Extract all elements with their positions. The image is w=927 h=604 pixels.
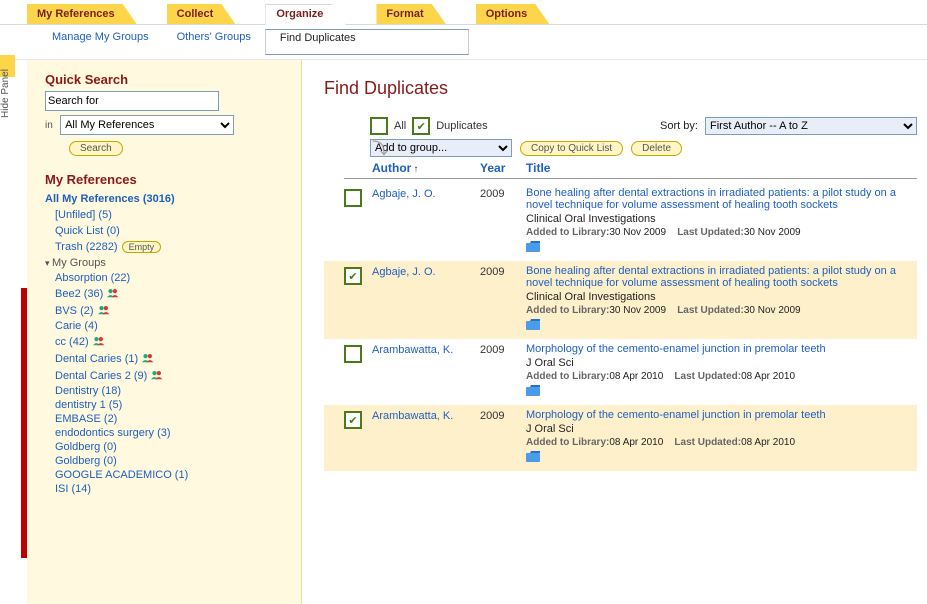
author-link[interactable]: Arambawatta, K.	[372, 409, 480, 465]
empty-trash-button[interactable]: Empty	[122, 241, 162, 253]
group-link[interactable]: Bee2 (36)	[45, 285, 289, 302]
search-input[interactable]	[45, 91, 219, 111]
left-red-accent	[21, 288, 27, 558]
sort-by-year[interactable]: Year	[480, 161, 526, 175]
journal-name: J Oral Sci	[526, 423, 915, 435]
group-link[interactable]: Absorption (22)	[45, 271, 289, 285]
group-link[interactable]: Dental Caries (1)	[45, 350, 289, 367]
result-row: Arambawatta, K.2009Morphology of the cem…	[324, 339, 917, 405]
title-link[interactable]: Morphology of the cemento-enamel junctio…	[526, 343, 915, 355]
group-link[interactable]: dentistry 1 (5)	[45, 398, 289, 412]
group-link[interactable]: Dentistry (18)	[45, 384, 289, 398]
year-cell: 2009	[480, 409, 526, 465]
select-all-label: All	[394, 120, 406, 132]
subnav-others-groups[interactable]: Others' Groups	[163, 29, 265, 55]
title-link[interactable]: Morphology of the cemento-enamel junctio…	[526, 409, 915, 421]
row-checkbox[interactable]	[344, 189, 362, 207]
journal-name: Clinical Oral Investigations	[526, 213, 915, 225]
page-title: Find Duplicates	[324, 78, 917, 99]
shared-icon	[98, 303, 112, 318]
sort-asc-icon: ↑	[413, 164, 418, 175]
add-to-group-select[interactable]: Add to group...	[370, 139, 512, 157]
delete-button[interactable]: Delete	[631, 141, 682, 156]
sort-select[interactable]: First Author -- A to Z	[705, 117, 917, 135]
row-checkbox[interactable]: ✔	[344, 411, 362, 429]
results-header: Author↑ Year Title	[344, 161, 917, 179]
sort-by-author[interactable]: Author↑	[372, 161, 480, 175]
copy-quicklist-button[interactable]: Copy to Quick List	[520, 141, 623, 156]
row-checkbox[interactable]	[344, 345, 362, 363]
sort-label: Sort by:	[660, 120, 698, 132]
subnav-find-duplicates[interactable]: Find Duplicates	[265, 29, 469, 55]
folder-icon[interactable]	[526, 241, 540, 252]
search-in-label: in	[45, 120, 57, 131]
result-row: ✔ Agbaje, J. O.2009Bone healing after den…	[324, 261, 917, 339]
group-link[interactable]: cc (42)	[45, 333, 289, 350]
year-cell: 2009	[480, 343, 526, 399]
group-link[interactable]: Goldberg (0)	[45, 454, 289, 468]
folder-icon[interactable]	[526, 319, 540, 330]
result-row: Agbaje, J. O.2009Bone healing after dent…	[324, 183, 917, 261]
author-link[interactable]: Agbaje, J. O.	[372, 265, 480, 333]
group-link[interactable]: Goldberg (0)	[45, 440, 289, 454]
author-link[interactable]: Agbaje, J. O.	[372, 187, 480, 255]
row-meta: Added to Library:08 Apr 2010 Last Update…	[526, 437, 915, 448]
group-link[interactable]: Dental Caries 2 (9)	[45, 367, 289, 384]
group-link[interactable]: ISI (14)	[45, 482, 289, 496]
author-link[interactable]: Arambawatta, K.	[372, 343, 480, 399]
tab-format[interactable]: Format	[376, 4, 445, 24]
shared-icon	[142, 351, 156, 366]
tab-my-references[interactable]: My References	[27, 4, 137, 24]
main-tabs: My References Collect Organize Format Op…	[0, 0, 927, 25]
tab-organize[interactable]: Organize	[265, 4, 346, 25]
select-duplicates-checkbox[interactable]: ✔	[412, 117, 430, 135]
row-meta: Added to Library:30 Nov 2009 Last Update…	[526, 227, 915, 238]
folder-icon[interactable]	[526, 451, 540, 462]
main-panel: Find Duplicates All ✔ Duplicates Sort by…	[302, 60, 927, 604]
row-checkbox[interactable]: ✔	[344, 267, 362, 285]
unfiled-link[interactable]: [Unfiled] (5)	[45, 207, 289, 223]
hide-panel-label: Hide Panel	[0, 69, 11, 120]
shared-icon	[151, 368, 165, 383]
trash-link[interactable]: Trash (2282)	[55, 241, 118, 253]
year-cell: 2009	[480, 265, 526, 333]
quick-search-title: Quick Search	[45, 72, 289, 87]
journal-name: Clinical Oral Investigations	[526, 291, 915, 303]
group-link[interactable]: EMBASE (2)	[45, 412, 289, 426]
title-link[interactable]: Bone healing after dental extractions in…	[526, 265, 915, 289]
sidebar: Quick Search in All My References Search…	[27, 60, 302, 604]
folder-icon[interactable]	[526, 385, 540, 396]
all-references-link[interactable]: All My References (3016)	[45, 191, 289, 207]
group-link[interactable]: BVS (2)	[45, 302, 289, 319]
year-cell: 2009	[480, 187, 526, 255]
title-link[interactable]: Bone healing after dental extractions in…	[526, 187, 915, 211]
select-all-checkbox[interactable]	[370, 117, 388, 135]
tab-collect[interactable]: Collect	[167, 4, 236, 24]
search-scope-select[interactable]: All My References	[60, 115, 234, 135]
tab-options[interactable]: Options	[476, 4, 550, 24]
search-button[interactable]: Search	[69, 141, 123, 156]
subnav-manage-groups[interactable]: Manage My Groups	[38, 29, 163, 55]
result-row: ✔ Arambawatta, K.2009Morphology of the ce…	[324, 405, 917, 471]
arrow-down-icon: ⤵	[372, 146, 388, 154]
row-meta: Added to Library:08 Apr 2010 Last Update…	[526, 371, 915, 382]
my-references-title: My References	[45, 172, 289, 187]
sort-by-title[interactable]: Title	[526, 161, 917, 175]
select-duplicates-label: Duplicates	[436, 120, 487, 132]
group-link[interactable]: endodontics surgery (3)	[45, 426, 289, 440]
sub-nav: Manage My Groups Others' Groups Find Dup…	[0, 25, 927, 60]
shared-icon	[93, 334, 107, 349]
shared-icon	[107, 286, 121, 301]
row-meta: Added to Library:30 Nov 2009 Last Update…	[526, 305, 915, 316]
group-link[interactable]: Carie (4)	[45, 319, 289, 333]
group-link[interactable]: GOOGLE ACADEMICO (1)	[45, 468, 289, 482]
journal-name: J Oral Sci	[526, 357, 915, 369]
quicklist-link[interactable]: Quick List (0)	[45, 223, 289, 239]
trash-row: Trash (2282) Empty	[45, 239, 289, 255]
my-groups-header[interactable]: My Groups	[45, 255, 289, 271]
